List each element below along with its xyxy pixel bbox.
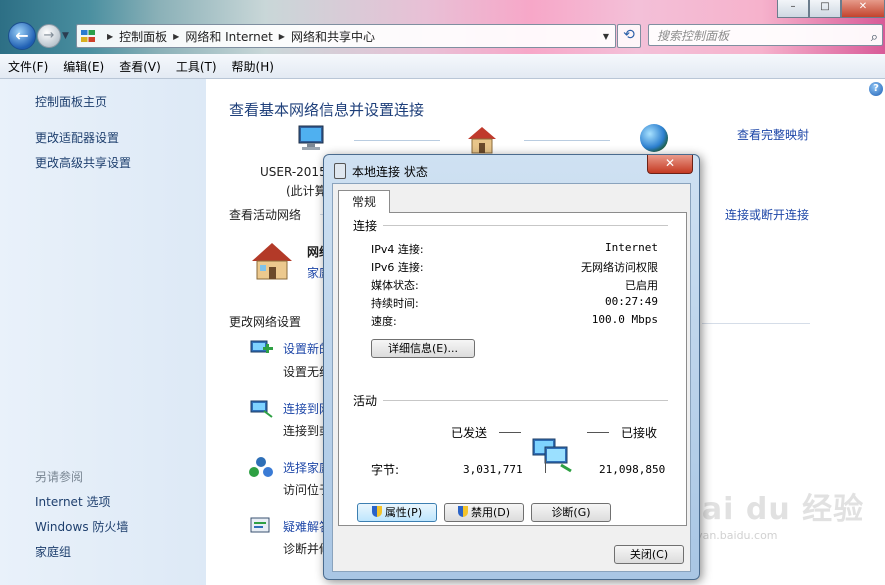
speed-label: 速度: [371, 315, 397, 328]
search-icon[interactable]: ⌕ [871, 27, 878, 49]
menu-help[interactable]: 帮助(H) [224, 58, 281, 75]
close-window-button[interactable]: ✕ [841, 0, 885, 18]
disable-button[interactable]: 禁用(D) [444, 503, 524, 522]
details-button[interactable]: 详细信息(E)... [371, 339, 475, 358]
computer-name: USER-2015 [260, 165, 327, 179]
duration-label: 持续时间: [371, 297, 419, 310]
sidebar-item-advanced-sharing[interactable]: 更改高级共享设置 [35, 154, 131, 171]
back-arrow-icon[interactable]: ← [8, 22, 36, 50]
sidebar: 控制面板主页 更改适配器设置 更改高级共享设置 另请参阅 Internet 选项… [0, 79, 206, 585]
properties-button[interactable]: 属性(P) [357, 503, 437, 522]
connection-group-label: 连接 [353, 217, 384, 234]
maximize-button[interactable]: □ [809, 0, 841, 18]
search-placeholder: 搜索控制面板 [657, 29, 730, 43]
network-activity-icon [532, 438, 572, 473]
sidebar-item-internet-options[interactable]: Internet 选项 [35, 493, 110, 510]
divider [702, 323, 810, 324]
local-connection-status-dialog: 本地连接 状态 ✕ 常规 连接 IPv4 连接: Internet IPv6 连… [323, 154, 700, 580]
baidu-watermark-logo: Bai du 经验 [678, 492, 865, 527]
internet-globe-icon [640, 124, 668, 152]
connect-network-icon [250, 400, 273, 418]
chevron-right-icon[interactable]: ▶ [107, 32, 113, 41]
home-network-icon [252, 243, 292, 280]
uac-shield-icon [457, 506, 468, 517]
menu-edit[interactable]: 编辑(E) [55, 58, 111, 75]
computer-label: (此计算 [286, 184, 327, 198]
tab-panel-general: 连接 IPv4 连接: Internet IPv6 连接: 无网络访问权限 媒体… [338, 212, 687, 526]
address-dropdown-icon[interactable]: ▼ [603, 32, 609, 41]
properties-label: 属性(P) [384, 506, 423, 519]
ipv6-value: 无网络访问权限 [581, 261, 658, 274]
ipv4-value: Internet [605, 241, 658, 254]
sidebar-item-homegroup[interactable]: 家庭组 [35, 543, 71, 560]
menu-file[interactable]: 文件(F) [0, 58, 55, 75]
received-label: 已接收 [621, 426, 658, 440]
network-link-line [524, 140, 610, 141]
see-also-heading: 另请参阅 [35, 470, 84, 484]
group-divider [353, 400, 668, 401]
menu-view[interactable]: 查看(V) [111, 58, 168, 75]
chevron-right-icon[interactable]: ▶ [173, 32, 179, 41]
active-networks-label: 查看活动网络 [229, 208, 302, 222]
refresh-icon[interactable]: ⟲ [617, 24, 641, 48]
uac-shield-icon [371, 506, 382, 517]
ipv4-label: IPv4 连接: [371, 243, 424, 256]
sidebar-item-adapter-settings[interactable]: 更改适配器设置 [35, 129, 119, 146]
activity-group-label: 活动 [353, 392, 384, 409]
duration-value: 00:27:49 [605, 295, 658, 308]
menu-tools[interactable]: 工具(T) [168, 58, 224, 75]
help-icon[interactable]: ? [869, 82, 883, 96]
breadcrumb-network-internet[interactable]: 网络和 Internet [185, 28, 272, 45]
history-dropdown-icon[interactable]: ▼ [62, 31, 69, 41]
address-bar[interactable]: ▶ 控制面板 ▶ 网络和 Internet ▶ 网络和共享中心 ▼ [76, 24, 616, 48]
bytes-label: 字节: [371, 463, 400, 477]
disable-label: 禁用(D) [470, 506, 511, 519]
minimize-button[interactable]: – [777, 0, 809, 18]
received-line [587, 432, 609, 433]
tab-general[interactable]: 常规 [338, 190, 390, 213]
troubleshoot-icon [250, 517, 270, 533]
window-titlebar: – □ ✕ ← → ▼ ▶ 控制面板 ▶ 网络和 Internet ▶ 网络和共… [0, 0, 885, 54]
page-title: 查看基本网络信息并设置连接 [229, 101, 425, 119]
group-divider [353, 225, 668, 226]
forward-arrow-icon[interactable]: → [37, 24, 61, 48]
network-adapter-icon [334, 163, 346, 179]
home-network-icon [468, 127, 496, 154]
diagnose-button[interactable]: 诊断(G) [531, 503, 611, 522]
bytes-divider [545, 459, 546, 473]
view-full-map-link[interactable]: 查看完整映射 [737, 126, 809, 143]
bytes-received-value: 21,098,850 [599, 463, 666, 476]
menubar: 文件(F) 编辑(E) 查看(V) 工具(T) 帮助(H) [0, 54, 885, 79]
change-settings-label: 更改网络设置 [229, 315, 302, 329]
network-link-line [354, 140, 440, 141]
dialog-title: 本地连接 状态 [352, 165, 428, 179]
control-panel-icon [81, 30, 95, 42]
ipv6-label: IPv6 连接: [371, 261, 424, 274]
homegroup-icon [249, 457, 273, 477]
chevron-right-icon[interactable]: ▶ [279, 32, 285, 41]
connect-disconnect-link[interactable]: 连接或断开连接 [725, 206, 809, 223]
search-input[interactable]: 搜索控制面板 ⌕ [648, 24, 883, 46]
window-controls: – □ ✕ [777, 0, 885, 18]
setup-connection-icon [250, 340, 273, 353]
sidebar-item-windows-firewall[interactable]: Windows 防火墙 [35, 518, 128, 535]
dialog-close-button[interactable]: ✕ [647, 155, 693, 174]
media-state-value: 已启用 [625, 279, 658, 292]
breadcrumb-network-sharing-center[interactable]: 网络和共享中心 [291, 28, 375, 45]
computer-icon [298, 125, 324, 150]
speed-value: 100.0 Mbps [591, 313, 658, 326]
dialog-body: 常规 连接 IPv4 连接: Internet IPv6 连接: 无网络访问权限… [332, 183, 691, 572]
bytes-sent-value: 3,031,771 [463, 463, 523, 476]
sidebar-item-control-panel-home[interactable]: 控制面板主页 [35, 93, 107, 110]
close-button[interactable]: 关闭(C) [614, 545, 684, 564]
sent-line [499, 432, 521, 433]
media-state-label: 媒体状态: [371, 279, 419, 292]
breadcrumb-control-panel[interactable]: 控制面板 [119, 28, 167, 45]
sent-label: 已发送 [451, 426, 488, 440]
